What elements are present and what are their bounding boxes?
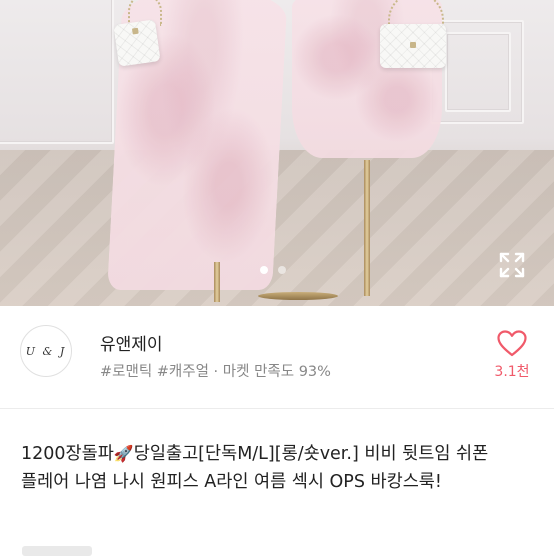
shop-info[interactable]: U & J 유앤제이 #로맨틱 #캐주얼 · 마켓 만족도 93% 3.1천	[0, 306, 554, 396]
wall-molding	[445, 32, 511, 112]
like-count: 3.1천	[494, 364, 530, 380]
like-button[interactable]: 3.1천	[488, 330, 536, 381]
product-title: 1200장돌파🚀당일출고[단독M/L][롱/숏ver.] 비비 뒷트임 쉬폰 플…	[21, 440, 536, 496]
left-bag	[113, 19, 161, 67]
wall-molding	[0, 0, 114, 144]
carousel-indicator	[260, 266, 286, 274]
heart-outline-icon	[488, 330, 536, 357]
product-image[interactable]	[0, 0, 554, 306]
shop-avatar-logo-text: U & J	[25, 344, 67, 358]
carousel-dot[interactable]	[278, 266, 286, 274]
shop-name[interactable]: 유앤제이	[100, 330, 163, 355]
price-cut-off	[22, 546, 92, 556]
right-stand-base	[258, 292, 338, 300]
right-stand-pole	[364, 160, 370, 296]
left-stand-pole	[214, 262, 220, 302]
shop-avatar[interactable]: U & J	[20, 325, 72, 377]
rocket-emoji: 🚀	[113, 444, 134, 463]
carousel-dot-active[interactable]	[260, 266, 268, 274]
right-bag	[380, 24, 446, 68]
section-divider	[0, 408, 554, 409]
title-prefix: 1200장돌파	[21, 444, 114, 464]
expand-icon[interactable]	[498, 251, 526, 279]
shop-tags: #로맨틱 #캐주얼 · 마켓 만족도 93%	[100, 364, 331, 380]
